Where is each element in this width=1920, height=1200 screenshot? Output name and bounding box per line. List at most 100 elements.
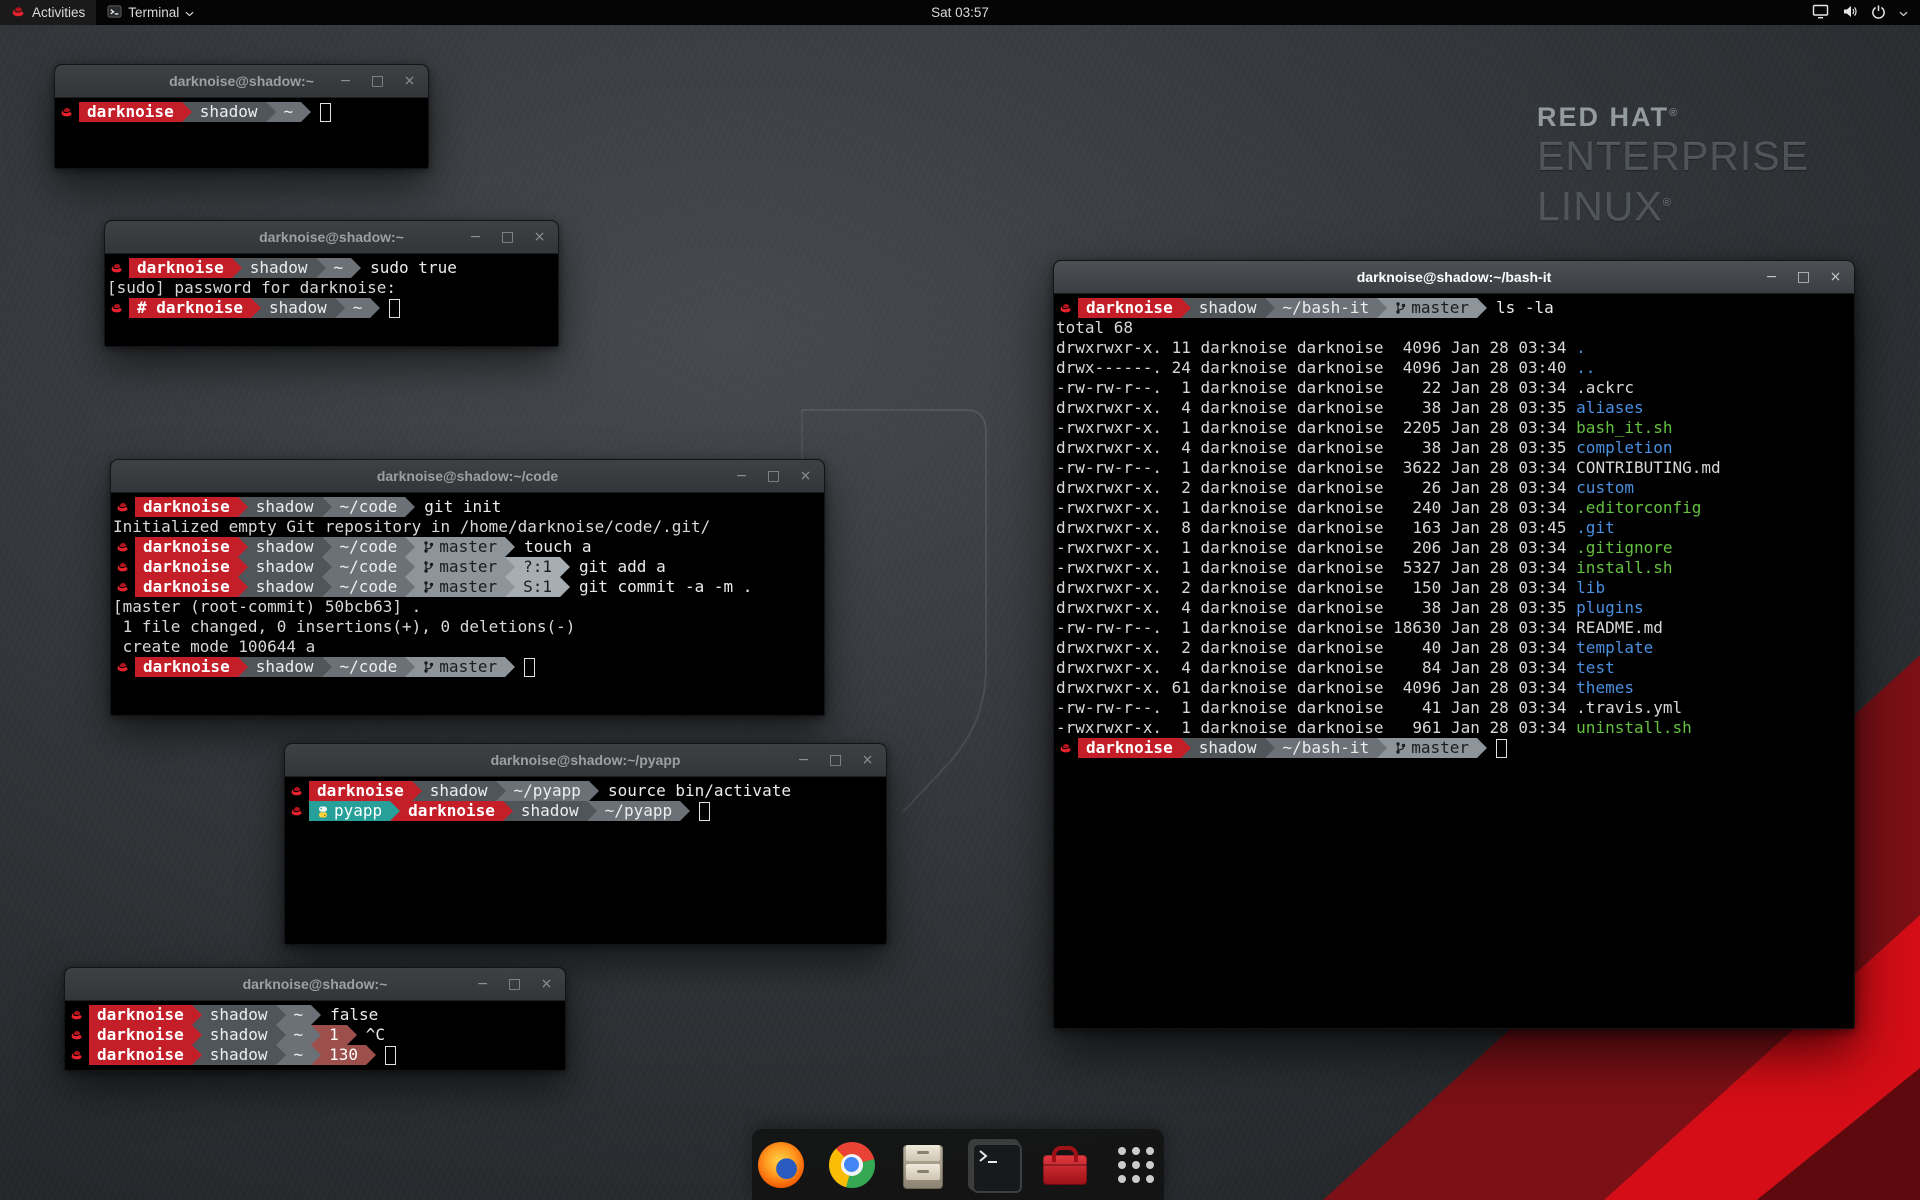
- prompt-segment-path: ~/code: [332, 557, 406, 577]
- minimize-button[interactable]: −: [734, 469, 749, 483]
- app-menu-terminal[interactable]: Terminal: [96, 0, 205, 25]
- prompt-line: darknoiseshadow~/codemaster: [113, 657, 822, 677]
- output-text: template: [1576, 638, 1653, 658]
- prompt-line: darknoiseshadow~false: [67, 1005, 563, 1025]
- output-line: drwxrwxr-x. 2 darknoise darknoise 40 Jan…: [1056, 638, 1852, 658]
- prompt-segment-path: ~/code: [332, 537, 406, 557]
- dock-app-grid[interactable]: [1110, 1139, 1162, 1191]
- output-text: -rw-rw-r--. 1 darknoise darknoise 18630 …: [1056, 618, 1576, 638]
- dock-files[interactable]: [897, 1139, 949, 1191]
- minimize-button[interactable]: −: [468, 230, 483, 244]
- clock-label[interactable]: Sat 03:57: [931, 5, 989, 20]
- powerline-arrow: [496, 781, 506, 801]
- output-text: [sudo] password for darknoise:: [107, 278, 396, 298]
- dock-toolbox[interactable]: [1039, 1139, 1091, 1191]
- terminal-content[interactable]: darknoiseshadow~/pyappsource bin/activat…: [285, 777, 886, 825]
- minimize-button[interactable]: −: [1764, 270, 1779, 284]
- output-text: .git: [1576, 518, 1615, 538]
- status-area[interactable]: [1800, 0, 1920, 25]
- clock-area: Sat 03:57: [0, 5, 1920, 20]
- top-bar: Activities Terminal Sat 03:57: [0, 0, 1920, 25]
- output-text: ..: [1576, 358, 1595, 378]
- maximize-button[interactable]: □: [766, 469, 781, 483]
- dock-chrome[interactable]: [826, 1139, 878, 1191]
- minimize-button[interactable]: −: [796, 753, 811, 767]
- powerline-arrow: [311, 1025, 321, 1045]
- window-titlebar[interactable]: darknoise@shadow:~ − □ ×: [55, 65, 428, 98]
- window-titlebar[interactable]: darknoise@shadow:~ − □ ×: [105, 221, 558, 254]
- terminal-content[interactable]: darknoiseshadow~/bash-itmaster ls -la tota…: [1054, 294, 1854, 762]
- window-titlebar[interactable]: darknoise@shadow:~ − □ ×: [65, 968, 565, 1001]
- prompt-segment-git: master: [1387, 738, 1477, 758]
- powerline-arrow: [503, 801, 513, 821]
- close-button[interactable]: ×: [1828, 270, 1843, 284]
- chevron-down-icon: [1899, 5, 1908, 20]
- rhel-line1: RED HAT®: [1537, 102, 1809, 133]
- prompt-segment-host: shadow: [248, 657, 322, 677]
- window-titlebar[interactable]: darknoise@shadow:~/code − □ ×: [111, 460, 824, 493]
- window-titlebar[interactable]: darknoise@shadow:~/bash-it − □ ×: [1054, 261, 1854, 294]
- terminal-content[interactable]: darknoiseshadow~: [55, 98, 428, 126]
- close-button[interactable]: ×: [402, 74, 417, 88]
- powerline-arrow: [587, 801, 597, 821]
- terminal-window-home-2[interactable]: darknoise@shadow:~ − □ × darknoiseshadow…: [64, 967, 566, 1071]
- prompt-line: darknoiseshadow~/bash-itmaster: [1056, 738, 1852, 758]
- powerline-arrow: [370, 298, 380, 318]
- output-text: drwxrwxr-x. 2 darknoise darknoise 150 Ja…: [1056, 578, 1576, 598]
- prompt-segment-user: darknoise: [309, 781, 412, 801]
- terminal-window-sudo[interactable]: darknoise@shadow:~ − □ × darknoiseshadow…: [104, 220, 559, 347]
- close-button[interactable]: ×: [798, 469, 813, 483]
- terminal-content[interactable]: darknoiseshadow~sudo true[sudo] password…: [105, 254, 558, 322]
- close-button[interactable]: ×: [532, 230, 547, 244]
- output-line: drwxrwxr-x. 2 darknoise darknoise 150 Ja…: [1056, 578, 1852, 598]
- terminal-window-code[interactable]: darknoise@shadow:~/code − □ × darknoises…: [110, 459, 825, 716]
- output-line: total 68: [1056, 318, 1852, 338]
- maximize-button[interactable]: □: [828, 753, 843, 767]
- command-text: ls -la: [1487, 298, 1554, 318]
- prompt-line: darknoiseshadow~/codemaster?:1git add a: [113, 557, 822, 577]
- output-line: drwxrwxr-x. 61 darknoise darknoise 4096 …: [1056, 678, 1852, 698]
- activities-button[interactable]: Activities: [0, 0, 96, 25]
- prompt-segment-user: darknoise: [1078, 738, 1181, 758]
- prompt-line: pyappdarknoiseshadow~/pyapp: [287, 801, 884, 821]
- powerline-arrow: [405, 537, 415, 557]
- window-title: darknoise@shadow:~/pyapp: [491, 752, 681, 768]
- maximize-button[interactable]: □: [507, 977, 522, 991]
- maximize-button[interactable]: □: [1796, 270, 1811, 284]
- dock-firefox[interactable]: [755, 1139, 807, 1191]
- maximize-button[interactable]: □: [500, 230, 515, 244]
- prompt-segment-path: ~: [286, 1025, 312, 1045]
- powerline-arrow: [322, 657, 332, 677]
- powerline-arrow: [322, 557, 332, 577]
- output-line: drwxrwxr-x. 8 darknoise darknoise 163 Ja…: [1056, 518, 1852, 538]
- terminal-window-home-1[interactable]: darknoise@shadow:~ − □ × darknoiseshadow…: [54, 64, 429, 169]
- output-line: -rw-rw-r--. 1 darknoise darknoise 41 Jan…: [1056, 698, 1852, 718]
- output-text: lib: [1576, 578, 1605, 598]
- close-button[interactable]: ×: [539, 977, 554, 991]
- minimize-button[interactable]: −: [475, 977, 490, 991]
- window-title: darknoise@shadow:~: [169, 73, 314, 89]
- powerline-arrow: [192, 1005, 202, 1025]
- close-button[interactable]: ×: [860, 753, 875, 767]
- maximize-button[interactable]: □: [370, 74, 385, 88]
- output-text: .editorconfig: [1576, 498, 1701, 518]
- dock: [752, 1129, 1164, 1200]
- dock-terminal[interactable]: [968, 1139, 1020, 1191]
- output-text: custom: [1576, 478, 1634, 498]
- terminal-content[interactable]: darknoiseshadow~falsedarknoiseshadow~1^C…: [65, 1001, 565, 1069]
- powerline-arrow: [560, 577, 570, 597]
- terminal-window-bash-it[interactable]: darknoise@shadow:~/bash-it − □ × darknoi…: [1053, 260, 1855, 1029]
- terminal-content[interactable]: darknoiseshadow~/codegit initInitialized…: [111, 493, 824, 681]
- output-text: -rwxrwxr-x. 1 darknoise darknoise 2205 J…: [1056, 418, 1576, 438]
- prompt-segment-user: darknoise: [79, 102, 182, 122]
- output-text: bash_it.sh: [1576, 418, 1672, 438]
- terminal-window-pyapp[interactable]: darknoise@shadow:~/pyapp − □ × darknoise…: [284, 743, 887, 945]
- output-line: -rwxrwxr-x. 1 darknoise darknoise 961 Ja…: [1056, 718, 1852, 738]
- output-text: total 68: [1056, 318, 1133, 338]
- output-text: drwxrwxr-x. 4 darknoise darknoise 38 Jan…: [1056, 398, 1576, 418]
- terminal-app-icon: [107, 4, 122, 22]
- output-line: Initialized empty Git repository in /hom…: [113, 517, 822, 537]
- minimize-button[interactable]: −: [338, 74, 353, 88]
- window-titlebar[interactable]: darknoise@shadow:~/pyapp − □ ×: [285, 744, 886, 777]
- powerline-arrow: [412, 781, 422, 801]
